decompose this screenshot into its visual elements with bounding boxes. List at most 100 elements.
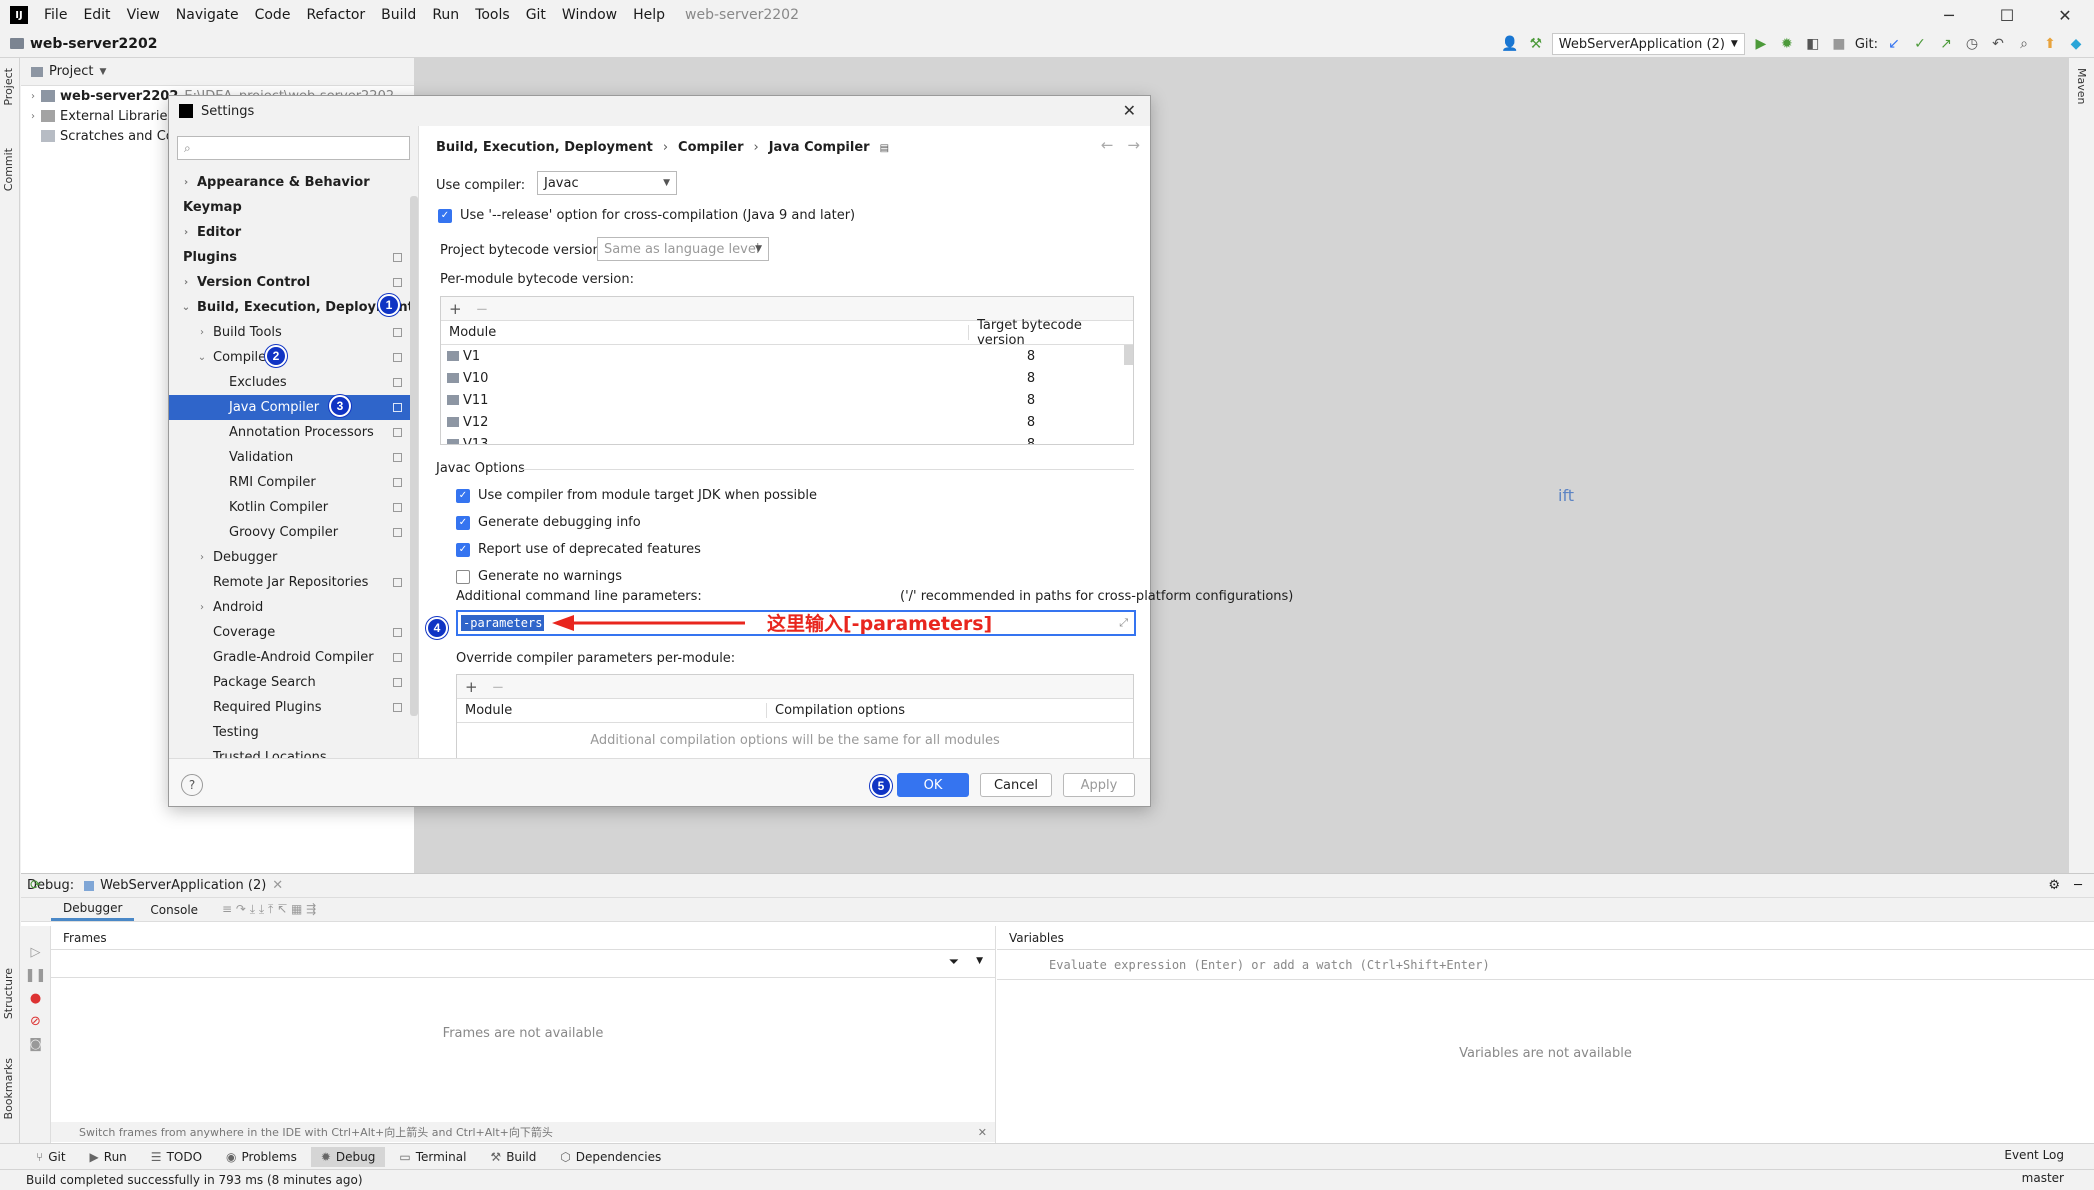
rerun-icon[interactable]: ⟳ bbox=[21, 878, 50, 893]
tool-window-build[interactable]: ⚒ Build bbox=[480, 1147, 546, 1167]
menu-window[interactable]: Window bbox=[554, 7, 625, 23]
remove-icon[interactable]: − bbox=[476, 300, 489, 318]
settings-item-groovy-compiler[interactable]: Groovy Compiler bbox=[169, 520, 418, 545]
settings-item-compiler[interactable]: ⌄ Compiler bbox=[169, 345, 418, 370]
tool-window-debug[interactable]: ✹ Debug bbox=[310, 1146, 386, 1167]
project-tool-tab[interactable]: Project bbox=[2, 68, 15, 106]
chevron-right-icon[interactable]: › bbox=[195, 327, 209, 338]
close-window-icon[interactable]: ✕ bbox=[2036, 0, 2094, 30]
close-icon[interactable]: ✕ bbox=[978, 1126, 987, 1139]
chevron-down-icon[interactable]: ▼ bbox=[976, 956, 983, 966]
stop-icon[interactable]: ■ bbox=[1829, 34, 1849, 54]
cancel-button[interactable]: Cancel bbox=[980, 773, 1052, 797]
filter-icon[interactable]: ⏷ bbox=[949, 955, 959, 970]
step-icons[interactable]: ≡ ↷ ⤓ ⤓ ⤒ ↸ ▦ ⇶ bbox=[222, 902, 316, 917]
table-scrollbar[interactable] bbox=[1124, 345, 1133, 365]
settings-item-annotation-processors[interactable]: Annotation Processors bbox=[169, 420, 418, 445]
settings-item-rmi-compiler[interactable]: RMI Compiler bbox=[169, 470, 418, 495]
settings-item-java-compiler[interactable]: Java Compiler bbox=[169, 395, 418, 420]
help-button[interactable]: ? bbox=[181, 774, 203, 796]
event-log-button[interactable]: Event Log bbox=[2004, 1148, 2064, 1162]
git-branch[interactable]: master bbox=[2022, 1171, 2064, 1185]
coverage-icon[interactable]: ◧ bbox=[1803, 34, 1823, 54]
chevron-down-icon[interactable]: ▼ bbox=[99, 67, 106, 77]
add-icon[interactable]: + bbox=[449, 300, 462, 318]
javac-option-checkbox[interactable]: Generate no warnings bbox=[456, 569, 622, 584]
breakpoints-icon[interactable]: ● bbox=[21, 991, 50, 1006]
settings-item-gradle-android-compiler[interactable]: Gradle-Android Compiler bbox=[169, 645, 418, 670]
target-column-header[interactable]: Target bytecode version bbox=[969, 318, 1133, 348]
menu-file[interactable]: File bbox=[36, 7, 75, 23]
javac-option-checkbox[interactable]: ✓ Generate debugging info bbox=[456, 515, 641, 530]
chevron-right-icon[interactable]: › bbox=[195, 602, 209, 613]
compiler-select[interactable]: Javac ▼ bbox=[537, 171, 677, 195]
override-module-column[interactable]: Module bbox=[457, 703, 767, 718]
tool-window-todo[interactable]: ☰ TODO bbox=[141, 1147, 212, 1167]
mute-breakpoints-icon[interactable]: ⊘ bbox=[21, 1014, 50, 1029]
maven-tool-tab[interactable]: Maven bbox=[2075, 68, 2088, 104]
resume-icon[interactable]: ▷ bbox=[21, 945, 50, 960]
tool-window-problems[interactable]: ◉ Problems bbox=[216, 1147, 307, 1167]
menu-edit[interactable]: Edit bbox=[75, 7, 118, 23]
project-panel-title[interactable]: Project bbox=[49, 64, 93, 79]
menu-help[interactable]: Help bbox=[625, 7, 673, 23]
debug-session-tab[interactable]: WebServerApplication (2) ✕ bbox=[84, 878, 283, 893]
user-icon[interactable]: 👤 bbox=[1500, 34, 1520, 54]
settings-item-testing[interactable]: Testing bbox=[169, 720, 418, 745]
menu-navigate[interactable]: Navigate bbox=[168, 7, 247, 23]
pause-icon[interactable]: ❚❚ bbox=[21, 968, 50, 983]
commit-tool-tab[interactable]: Commit bbox=[2, 148, 15, 191]
menu-build[interactable]: Build bbox=[373, 7, 424, 23]
javac-option-checkbox[interactable]: ✓ Report use of deprecated features bbox=[456, 542, 701, 557]
close-icon[interactable]: ✕ bbox=[272, 878, 283, 893]
settings-item-remote-jar-repositories[interactable]: Remote Jar Repositories bbox=[169, 570, 418, 595]
settings-item-coverage[interactable]: Coverage bbox=[169, 620, 418, 645]
close-icon[interactable]: ✕ bbox=[1123, 101, 1136, 120]
release-option-checkbox[interactable]: ✓ Use '--release' option for cross-compi… bbox=[438, 208, 855, 223]
table-row[interactable]: V12 8 bbox=[441, 411, 1133, 433]
menu-git[interactable]: Git bbox=[518, 7, 554, 23]
chevron-right-icon[interactable]: › bbox=[179, 227, 193, 238]
tool-window-git[interactable]: ⑂ Git bbox=[26, 1147, 76, 1167]
table-row[interactable]: V11 8 bbox=[441, 389, 1133, 411]
nav-scrollbar[interactable] bbox=[410, 196, 418, 716]
hide-icon[interactable]: ─ bbox=[2074, 878, 2082, 893]
watch-input[interactable]: Evaluate expression (Enter) or add a wat… bbox=[997, 950, 2094, 980]
table-row[interactable]: V13 8 bbox=[441, 433, 1133, 444]
settings-item-kotlin-compiler[interactable]: Kotlin Compiler bbox=[169, 495, 418, 520]
back-arrow-icon[interactable]: ← bbox=[1101, 136, 1114, 154]
table-row[interactable]: V1 8 bbox=[441, 345, 1133, 367]
expand-icon[interactable]: ⤢ bbox=[1119, 616, 1128, 630]
chevron-right-icon[interactable]: › bbox=[179, 277, 193, 288]
gear-icon[interactable]: ⚙ bbox=[2048, 878, 2060, 893]
settings-item-package-search[interactable]: Package Search bbox=[169, 670, 418, 695]
ok-button[interactable]: OK bbox=[897, 773, 969, 797]
chevron-right-icon[interactable]: › bbox=[25, 111, 41, 122]
structure-tool-tab[interactable]: Structure bbox=[2, 968, 15, 1019]
remove-icon[interactable]: − bbox=[492, 678, 505, 696]
bookmarks-tool-tab[interactable]: Bookmarks bbox=[2, 1058, 15, 1119]
apply-button[interactable]: Apply bbox=[1063, 773, 1135, 797]
chevron-right-icon[interactable]: › bbox=[179, 177, 193, 188]
hammer-icon[interactable]: ⚒ bbox=[1526, 34, 1546, 54]
jetbrains-icon[interactable]: ◆ bbox=[2066, 34, 2086, 54]
module-column-header[interactable]: Module bbox=[441, 325, 970, 340]
maximize-icon[interactable]: ☐ bbox=[1978, 0, 2036, 30]
settings-item-android[interactable]: › Android bbox=[169, 595, 418, 620]
table-row[interactable]: V10 8 bbox=[441, 367, 1133, 389]
settings-item-required-plugins[interactable]: Required Plugins bbox=[169, 695, 418, 720]
settings-item-debugger[interactable]: › Debugger bbox=[169, 545, 418, 570]
menu-code[interactable]: Code bbox=[247, 7, 299, 23]
chevron-down-icon[interactable]: ⌄ bbox=[195, 352, 209, 363]
menu-view[interactable]: View bbox=[119, 7, 168, 23]
tab-console[interactable]: Console bbox=[138, 900, 210, 920]
settings-item-validation[interactable]: Validation bbox=[169, 445, 418, 470]
settings-item-excludes[interactable]: Excludes bbox=[169, 370, 418, 395]
bytecode-select[interactable]: Same as language level ▼ bbox=[597, 237, 769, 261]
tool-window-dependencies[interactable]: ⬡ Dependencies bbox=[550, 1147, 671, 1167]
project-breadcrumb[interactable]: web-server2202 bbox=[30, 36, 157, 52]
forward-arrow-icon[interactable]: → bbox=[1127, 136, 1140, 154]
history-icon[interactable]: ◷ bbox=[1962, 34, 1982, 54]
settings-item-editor[interactable]: › Editor bbox=[169, 220, 418, 245]
add-icon[interactable]: + bbox=[465, 678, 478, 696]
